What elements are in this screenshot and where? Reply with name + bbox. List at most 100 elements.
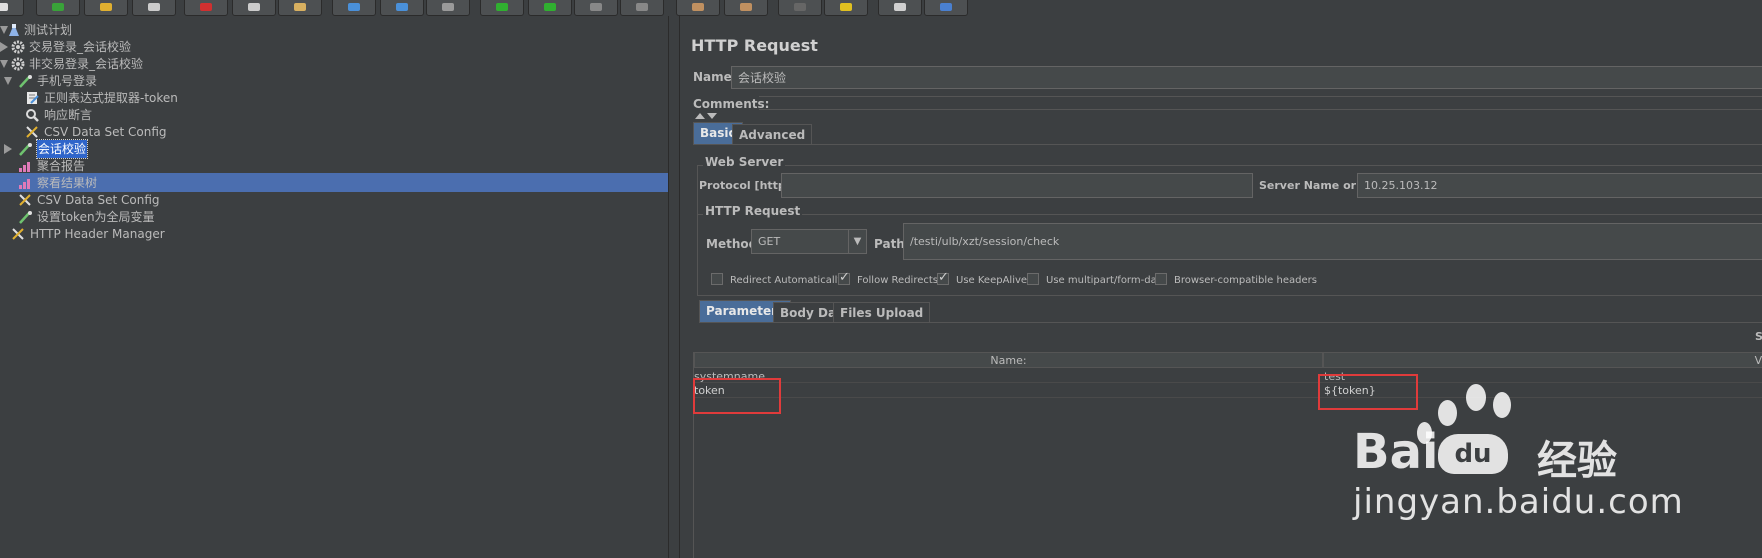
follow-redirects-checkbox[interactable] (838, 270, 850, 285)
tree-item-thread-group[interactable]: 交易登录_会话校验 (0, 38, 220, 56)
tree-item-label: 聚合报告 (37, 159, 86, 173)
test-plan-icon (9, 24, 19, 36)
tree-item-test-plan[interactable]: 测试计划 (0, 21, 200, 39)
wrench-icon (12, 228, 24, 240)
wrench-icon (26, 126, 38, 138)
method-select[interactable]: GET ▼ (751, 229, 867, 254)
tab-bar-line (693, 144, 1762, 145)
browser-compatible-label: Browser-compatible headers (1174, 275, 1317, 286)
protocol-field[interactable] (781, 173, 1253, 198)
use-keepalive-label: Use KeepAlive (956, 275, 1028, 286)
open-icon[interactable] (84, 0, 128, 16)
collapse-arrows-icon[interactable] (695, 112, 717, 120)
extractor-icon (27, 92, 39, 104)
server-name-field[interactable]: 10.25.103.12 (1357, 173, 1762, 198)
clear-all-icon[interactable] (724, 0, 768, 16)
sampler-icon (19, 211, 32, 224)
highlight-box-name (693, 378, 781, 414)
page-title: HTTP Request (691, 36, 818, 55)
help-icon[interactable] (924, 0, 968, 16)
toggle-icon[interactable] (426, 0, 470, 16)
shutdown-icon[interactable] (620, 0, 664, 16)
tree-item-label: 非交易登录_会话校验 (29, 57, 144, 71)
watermark-brand: Bai (1353, 424, 1439, 480)
collapsed-arrow-icon[interactable] (4, 144, 12, 154)
tree-item-config[interactable]: CSV Data Set Config (0, 123, 220, 141)
tree-item-thread-group[interactable]: 非交易登录_会话校验 (0, 55, 220, 73)
table-row-divider (694, 397, 1762, 398)
tree-item-assertion[interactable]: 响应断言 (0, 106, 220, 124)
multipart-checkbox[interactable] (1027, 273, 1039, 285)
clear-icon[interactable] (676, 0, 720, 16)
copy-icon[interactable] (232, 0, 276, 16)
reset-search-icon[interactable] (824, 0, 868, 16)
tab-advanced[interactable]: Advanced (732, 124, 813, 144)
tree-item-sampler[interactable]: 手机号登录 (0, 72, 220, 90)
tree-item-label: 响应断言 (44, 108, 93, 122)
tree-item-label: 手机号登录 (37, 74, 98, 88)
tree-item-label: HTTP Header Manager (30, 227, 165, 241)
tree-item-label: 察看结果树 (37, 176, 98, 190)
cut-icon[interactable] (184, 0, 228, 16)
split-pane-divider[interactable] (668, 16, 680, 558)
watermark-paw-icon (1438, 400, 1457, 426)
table-header-value[interactable]: Va (1323, 352, 1762, 368)
test-plan-tree: 测试计划 交易登录_会话校验 非交易登录_会话校验 手机号登录 正则表达式提取器… (0, 16, 668, 558)
browser-compatible-checkbox[interactable] (1155, 273, 1167, 285)
sampler-icon (19, 75, 32, 88)
function-helper-icon[interactable] (878, 0, 922, 16)
tree-item-sampler[interactable]: 设置token为全局变量 (0, 208, 220, 226)
redirect-automatically-checkbox[interactable] (711, 273, 723, 285)
watermark-paw-icon (1466, 384, 1486, 411)
redirect-automatically-label: Redirect Automatically (730, 275, 844, 286)
follow-redirects-label: Follow Redirects (857, 275, 938, 286)
http-request-legend: HTTP Request (703, 204, 803, 218)
collapsed-arrow-icon[interactable] (0, 42, 8, 52)
gear-icon (11, 40, 25, 54)
expanded-arrow-icon[interactable] (0, 60, 8, 68)
table-row-divider (694, 382, 1762, 383)
watermark-brand-cn: 经验 (1537, 438, 1617, 484)
use-keepalive-checkbox[interactable] (937, 270, 949, 285)
templates-icon[interactable] (36, 0, 80, 16)
graph-icon (19, 162, 30, 172)
table-header-name[interactable]: Name: (694, 352, 1323, 368)
comments-field[interactable] (759, 96, 1762, 110)
chevron-down-icon[interactable]: ▼ (848, 230, 866, 253)
expand-icon[interactable] (332, 0, 376, 16)
new-icon[interactable] (0, 0, 24, 16)
expanded-arrow-icon[interactable] (4, 77, 12, 85)
http-request-panel: HTTP Request Name: 会话校验 Comments: Basic … (681, 16, 1762, 558)
highlight-box-value (1318, 374, 1418, 410)
tree-item-label: CSV Data Set Config (37, 193, 160, 207)
web-server-legend: Web Server (703, 155, 786, 169)
sampler-icon (19, 143, 32, 156)
save-icon[interactable] (132, 0, 176, 16)
tree-item-label: 测试计划 (24, 23, 73, 37)
tree-item-listener[interactable]: 察看结果树 (0, 174, 220, 192)
start-icon[interactable] (480, 0, 524, 16)
send-parameters-label: S (1755, 330, 1762, 343)
comments-label: Comments: (693, 97, 770, 111)
stop-icon[interactable] (574, 0, 618, 16)
start-no-pauses-icon[interactable] (528, 0, 572, 16)
search-icon[interactable] (778, 0, 822, 16)
toolbar (0, 0, 1762, 16)
collapse-icon[interactable] (380, 0, 424, 16)
path-field[interactable]: /testi/ulb/xzt/session/check (903, 223, 1762, 260)
gear-icon (11, 57, 25, 71)
graph-icon (19, 179, 30, 189)
name-field[interactable]: 会话校验 (731, 66, 1762, 89)
paste-icon[interactable] (278, 0, 322, 16)
tree-item-extractor[interactable]: 正则表达式提取器-token (0, 89, 240, 107)
method-value: GET (758, 235, 781, 248)
tree-item-session-check-selected[interactable]: 会话校验 (0, 139, 220, 159)
tree-item-header-manager[interactable]: HTTP Header Manager (0, 225, 220, 243)
tree-item-label: 会话校验 (35, 139, 89, 159)
tree-item-config[interactable]: CSV Data Set Config (0, 191, 220, 209)
tree-item-listener[interactable]: 聚合报告 (0, 157, 220, 175)
tab-files-upload[interactable]: Files Upload (833, 302, 931, 322)
watermark-brand-du: du (1438, 434, 1508, 474)
assertion-icon (26, 109, 39, 122)
tree-item-label: CSV Data Set Config (44, 125, 167, 139)
